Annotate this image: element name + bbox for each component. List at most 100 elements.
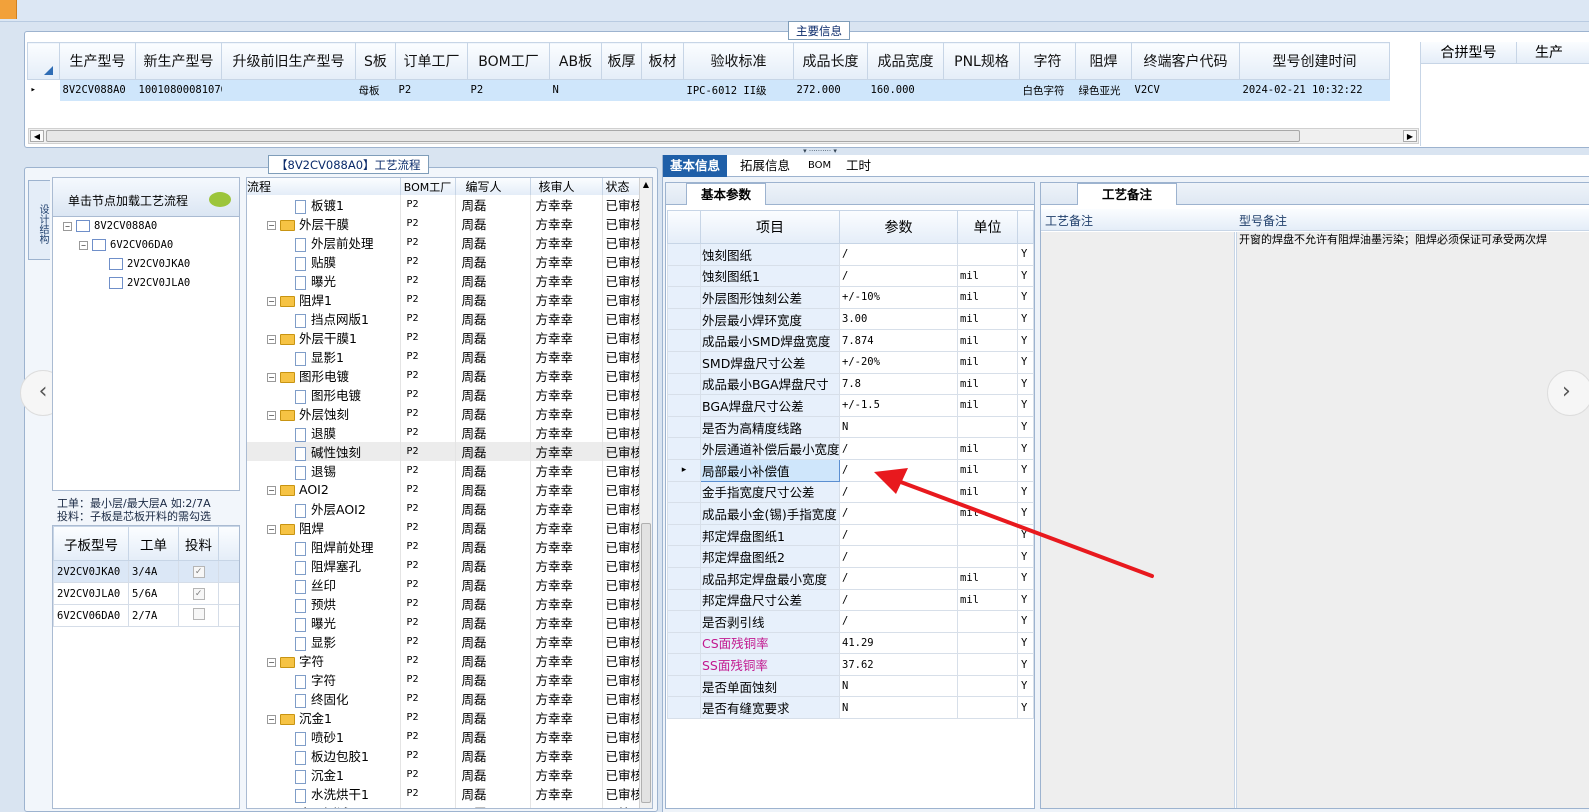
param-row[interactable]: 是否单面蚀刻 N Y <box>667 674 1034 698</box>
flow-row[interactable]: 曝光 P2 周磊 方幸幸 已审核 <box>247 271 643 290</box>
child-order-cell[interactable]: 3/4A <box>128 560 179 583</box>
param-value-cell[interactable]: 7.8 <box>839 372 958 396</box>
flow-bom-cell[interactable]: P2 <box>400 689 456 708</box>
flow-reviewer-cell[interactable]: 方幸幸 <box>530 214 603 233</box>
flow-reviewer-cell[interactable]: 方幸幸 <box>530 404 603 423</box>
main-info-cell[interactable]: 8V2CV088A0 <box>59 79 136 101</box>
param-value-cell[interactable]: / <box>839 588 958 612</box>
main-info-cell[interactable]: P2 <box>395 79 468 101</box>
flow-row[interactable]: 图形电镀 P2 周磊 方幸幸 已审核 <box>247 385 643 404</box>
flow-row[interactable]: − 沉金1 P2 周磊 方幸幸 已审核 <box>247 708 643 727</box>
param-value-cell[interactable]: / <box>839 610 958 633</box>
param-value-cell[interactable]: 3.00 <box>839 307 958 331</box>
param-unit-cell[interactable] <box>957 243 1018 266</box>
flow-status-cell[interactable]: 已审核 <box>602 632 643 651</box>
tree-node-leaf[interactable]: 2V2CV0JKA0 <box>109 258 190 270</box>
flow-bom-cell[interactable]: P2 <box>400 556 456 575</box>
flow-writer-cell[interactable]: 周磊 <box>455 309 531 328</box>
flow-row[interactable]: 丝印 P2 周磊 方幸幸 已审核 <box>247 575 643 594</box>
child-board-row[interactable]: 2V2CV0JLA0 5/6A ✓ <box>53 582 239 605</box>
column-header[interactable]: PNL规格 <box>943 42 1020 80</box>
flow-row[interactable]: 水洗烘干1 P2 周磊 方幸幸 已审核 <box>247 784 643 803</box>
flow-reviewer-cell[interactable]: 方幸幸 <box>530 499 603 518</box>
column-header[interactable]: 板材 <box>641 42 684 80</box>
main-info-cell[interactable] <box>601 79 642 101</box>
flow-reviewer-cell[interactable]: 方幸幸 <box>530 385 603 404</box>
param-value-cell[interactable]: N <box>839 696 958 720</box>
flow-name-cell[interactable]: 水洗烘干1 <box>247 784 401 803</box>
child-feed-cell[interactable]: ✓ <box>178 560 219 583</box>
basic-params-tab[interactable]: 基本参数 <box>686 183 767 205</box>
param-unit-cell[interactable] <box>957 415 1018 439</box>
flow-writer-cell[interactable]: 周磊 <box>455 594 531 613</box>
flow-writer-cell[interactable]: 周磊 <box>455 518 531 537</box>
flow-row[interactable]: 碱性蚀刻 P2 周磊 方幸幸 已审核 <box>247 442 643 461</box>
flow-scroll-thumb[interactable] <box>641 523 651 803</box>
flow-bom-cell[interactable]: P2 <box>400 214 456 233</box>
param-row[interactable]: 是否有缝宽要求 N Y <box>667 696 1034 720</box>
param-unit-cell[interactable]: mil <box>957 264 1018 288</box>
scroll-left-button[interactable]: ◀ <box>30 130 44 142</box>
flow-status-cell[interactable]: 已审核 <box>602 480 643 499</box>
param-unit-cell[interactable]: mil <box>957 588 1018 612</box>
child-model-cell[interactable]: 2V2CV0JKA0 <box>53 560 129 583</box>
tree-node-leaf[interactable]: 2V2CV0JLA0 <box>109 277 190 289</box>
flow-status-cell[interactable]: 已审核 <box>602 689 643 708</box>
flow-row[interactable]: 挡点网版1 P2 周磊 方幸幸 已审核 <box>247 309 643 328</box>
tab-extended-info[interactable]: 拓展信息 <box>733 155 797 177</box>
param-value-cell[interactable]: N <box>839 415 958 439</box>
flow-reviewer-cell[interactable]: 方幸幸 <box>530 613 603 632</box>
child-order-cell[interactable]: 5/6A <box>128 582 179 605</box>
flow-bom-cell[interactable]: P2 <box>400 195 456 214</box>
flow-bom-cell[interactable]: P2 <box>400 670 456 689</box>
flow-reviewer-cell[interactable]: 方幸幸 <box>530 461 603 480</box>
param-item-cell[interactable]: BGA焊盘尺寸公差 <box>700 394 840 417</box>
flow-writer-cell[interactable]: 周磊 <box>455 499 531 518</box>
flow-row[interactable]: 沉金1 P2 周磊 方幸幸 已审核 <box>247 765 643 784</box>
flow-bom-cell[interactable]: P2 <box>400 746 456 765</box>
flow-row[interactable]: 贴膜 P2 周磊 方幸幸 已审核 <box>247 252 643 271</box>
flow-status-cell[interactable]: 已审核 <box>602 347 643 366</box>
flow-bom-cell[interactable]: P2 <box>400 784 456 803</box>
scroll-right-button[interactable]: ▶ <box>1403 130 1417 142</box>
param-row[interactable]: BGA焊盘尺寸公差 +/-1.5 mil Y <box>667 394 1034 417</box>
flow-writer-cell[interactable]: 周磊 <box>455 366 531 385</box>
param-row[interactable]: SMD焊盘尺寸公差 +/-20% mil Y <box>667 350 1034 374</box>
param-item-cell[interactable]: CS面残铜率 <box>700 631 840 655</box>
flow-writer-cell[interactable]: 周磊 <box>455 803 531 808</box>
flow-row[interactable]: − 图形电镀 P2 周磊 方幸幸 已审核 <box>247 366 643 385</box>
param-item-cell[interactable]: 局部最小补偿值 <box>700 458 840 482</box>
flow-header-status[interactable]: 状态 <box>602 178 642 195</box>
flow-writer-cell[interactable]: 周磊 <box>455 537 531 556</box>
flow-reviewer-cell[interactable]: 方幸幸 <box>530 252 603 271</box>
flow-bom-cell[interactable]: P2 <box>400 252 456 271</box>
flow-writer-cell[interactable]: 周磊 <box>455 271 531 290</box>
flow-bom-cell[interactable]: P2 <box>400 423 456 442</box>
flow-writer-cell[interactable]: 周磊 <box>455 613 531 632</box>
main-info-cell[interactable]: 272.000 <box>793 79 868 101</box>
param-row[interactable]: 蚀刻图纸 / Y <box>667 243 1034 266</box>
param-item-cell[interactable]: 成品最小金(锡)手指宽度 <box>700 502 840 525</box>
param-unit-cell[interactable]: mil <box>957 394 1018 417</box>
flow-row[interactable]: 退膜 P2 周磊 方幸幸 已审核 <box>247 423 643 442</box>
tree-node-root[interactable]: −8V2CV088A0 <box>63 220 157 232</box>
flow-writer-cell[interactable]: 周磊 <box>455 746 531 765</box>
tree-node-child[interactable]: −6V2CV06DA0 <box>79 239 173 251</box>
column-header[interactable]: 新生产型号 <box>135 42 222 80</box>
feed-checkbox[interactable] <box>192 608 205 620</box>
flow-reviewer-cell[interactable]: 方幸幸 <box>530 271 603 290</box>
main-info-grid[interactable]: 生产型号 新生产型号 升级前旧生产型号 S板 订单工厂 BOM工厂 AB板 板厚 板材 验收标准成… <box>27 42 1420 128</box>
flow-bom-cell[interactable]: P2 <box>400 518 456 537</box>
flow-reviewer-cell[interactable]: 方幸幸 <box>530 480 603 499</box>
flow-writer-cell[interactable]: 周磊 <box>455 404 531 423</box>
flow-bom-cell[interactable]: P2 <box>400 366 456 385</box>
flow-writer-cell[interactable]: 周磊 <box>455 347 531 366</box>
flow-status-cell[interactable]: 已审核 <box>602 404 643 423</box>
flow-status-cell[interactable]: 已审核 <box>602 423 643 442</box>
param-item-cell[interactable]: 成品最小BGA焊盘尺寸 <box>700 372 840 396</box>
flow-writer-cell[interactable]: 周磊 <box>455 442 531 461</box>
flow-row[interactable]: 阻焊塞孔 P2 周磊 方幸幸 已审核 <box>247 556 643 575</box>
param-value-cell[interactable]: 7.874 <box>839 329 958 352</box>
flow-reviewer-cell[interactable]: 方幸幸 <box>530 347 603 366</box>
param-item-cell[interactable]: 是否剥引线 <box>700 610 840 633</box>
